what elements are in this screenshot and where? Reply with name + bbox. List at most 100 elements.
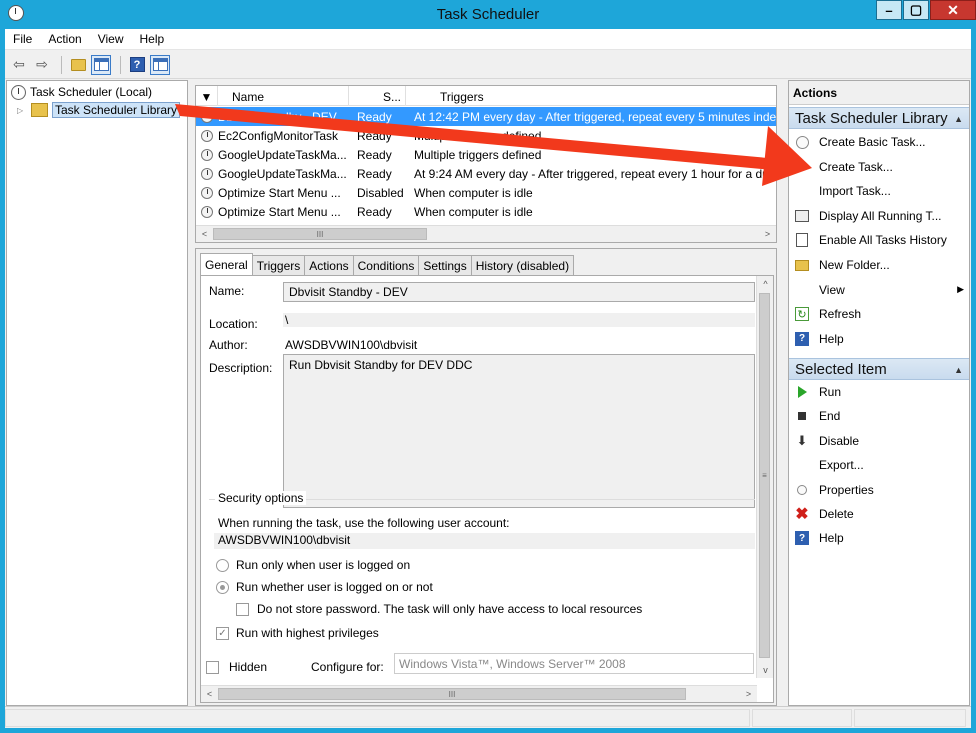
description-label: Description: (209, 361, 273, 375)
action-export[interactable]: Export... (789, 454, 969, 476)
configure-for-select[interactable]: Windows Vista™, Windows Server™ 2008 (394, 653, 754, 674)
tab-settings[interactable]: Settings (418, 255, 472, 275)
enable-history-icon (794, 232, 810, 248)
maximize-button[interactable]: ▢ (903, 0, 929, 20)
tab-actions[interactable]: Actions (304, 255, 354, 275)
action-new-folder[interactable]: New Folder... (789, 254, 969, 276)
column-header-triggers[interactable]: Triggers (406, 86, 776, 106)
detail-vscrollbar[interactable]: ^ ≡ v (756, 276, 773, 678)
properties-icon (794, 482, 810, 498)
column-header-name[interactable]: Name (218, 86, 349, 106)
task-triggers: When computer is idle (414, 185, 533, 200)
name-field[interactable]: Dbvisit Standby - DEV (283, 282, 755, 302)
task-name: Dbvisit Standby - DEV (218, 109, 337, 124)
app-window: Task Scheduler – ▢ ✕ File Action View He… (0, 0, 976, 733)
action-delete[interactable]: ✖ Delete (789, 503, 969, 525)
tree-item-label: Task Scheduler (Local) (30, 85, 153, 99)
action-properties[interactable]: Properties (789, 479, 969, 501)
task-row[interactable]: Optimize Start Menu ... Disabled When comp… (196, 183, 776, 202)
scroll-thumb[interactable]: III (213, 228, 427, 240)
task-row[interactable]: GoogleUpdateTaskMa... Ready Multiple trigg… (196, 145, 776, 164)
scroll-left-icon[interactable]: < (201, 686, 218, 702)
task-name: GoogleUpdateTaskMa... (218, 147, 347, 162)
task-detail-pane: General Triggers Actions Conditions Sett… (195, 248, 777, 706)
tree-item-library[interactable]: ▷ Task Scheduler Library (17, 101, 181, 119)
task-row[interactable]: Ec2ConfigMonitorTask Ready Multiple trigge… (196, 126, 776, 145)
menu-action[interactable]: Action (40, 32, 89, 46)
action-run[interactable]: Run (789, 381, 969, 403)
scroll-left-icon[interactable]: < (196, 226, 213, 242)
action-display-all-running-t[interactable]: Display All Running T... (789, 205, 969, 227)
task-name: Ec2ConfigMonitorTask (218, 128, 339, 143)
collapse-icon[interactable]: ▲ (954, 114, 963, 124)
title-bar[interactable]: Task Scheduler – ▢ ✕ (0, 0, 976, 29)
action-label: Delete (819, 507, 854, 521)
scroll-down-icon[interactable]: v (757, 662, 773, 678)
tab-triggers[interactable]: Triggers (251, 255, 306, 275)
menu-help[interactable]: Help (132, 32, 173, 46)
task-name: Optimize Start Menu ... (218, 185, 341, 200)
checkbox-highest-privileges[interactable]: ✓ (216, 627, 229, 640)
close-button[interactable]: ✕ (930, 0, 976, 20)
action-end[interactable]: End (789, 405, 969, 427)
task-row[interactable]: GoogleUpdateTaskMa... Ready At 9:24 AM eve… (196, 164, 776, 183)
task-row[interactable]: Dbvisit Standby - DEV Ready At 12:42 PM ev… (196, 107, 776, 126)
action-refresh[interactable]: ↻ Refresh (789, 303, 969, 325)
scroll-right-icon[interactable]: > (759, 226, 776, 242)
action-disable[interactable]: ⬇ Disable (789, 430, 969, 452)
radio-whether-logged-on[interactable] (216, 581, 229, 594)
task-clock-icon (196, 167, 218, 180)
checkbox-do-not-store-password[interactable] (236, 603, 249, 616)
scroll-right-icon[interactable]: > (740, 686, 757, 702)
description-field[interactable]: Run Dbvisit Standby for DEV DDC (283, 354, 755, 508)
sort-indicator-icon[interactable]: ▼ (196, 86, 218, 106)
tab-history[interactable]: History (disabled) (470, 255, 575, 275)
menu-view[interactable]: View (90, 32, 132, 46)
vscroll-thumb[interactable]: ≡ (759, 293, 770, 658)
hscroll-thumb[interactable]: III (218, 688, 686, 700)
tab-conditions[interactable]: Conditions (352, 255, 420, 275)
action-create-basic-task[interactable]: Create Basic Task... (789, 131, 969, 153)
action-help[interactable]: ? Help (789, 527, 969, 549)
show-hide-action-pane-icon[interactable] (150, 54, 170, 75)
help-icon[interactable]: ? (127, 55, 147, 75)
column-header-status[interactable]: S... (349, 86, 406, 106)
menu-file[interactable]: File (5, 32, 40, 46)
back-icon[interactable]: ⇦ (9, 55, 29, 75)
collapse-icon[interactable]: ▲ (954, 365, 963, 375)
task-status: Ready (357, 109, 392, 124)
help-icon: ? (794, 530, 810, 546)
scroll-up-icon[interactable]: ^ (757, 276, 773, 292)
show-hide-console-tree-icon[interactable] (91, 54, 111, 75)
radio-logged-on[interactable] (216, 559, 229, 572)
action-create-task[interactable]: Create Task... (789, 156, 969, 178)
task-triggers: At 12:42 PM every day - After triggered,… (414, 109, 776, 124)
expand-arrow-icon[interactable]: ▷ (17, 106, 27, 115)
action-view[interactable]: View ▶ (789, 279, 969, 301)
tree-item-local[interactable]: Task Scheduler (Local) (11, 83, 152, 101)
run-icon (794, 384, 810, 400)
up-folder-icon[interactable] (68, 55, 88, 75)
action-import-task[interactable]: Import Task... (789, 180, 969, 202)
option-logged-on-label: Run only when user is logged on (236, 558, 411, 572)
help-icon: ? (794, 331, 810, 347)
tab-general[interactable]: General (200, 253, 253, 275)
task-row[interactable]: Optimize Start Menu ... Ready When compute… (196, 202, 776, 221)
task-list-hscrollbar[interactable]: < III > (196, 225, 776, 242)
end-icon (794, 408, 810, 424)
configure-for-label: Configure for: (311, 660, 384, 674)
display-running-icon (794, 208, 810, 224)
forward-icon[interactable]: ⇨ (32, 55, 52, 75)
disable-icon: ⬇ (796, 432, 808, 448)
action-enable-all-tasks-history[interactable]: Enable All Tasks History (789, 229, 969, 251)
section-selected-item[interactable]: Selected Item ▲ (789, 358, 969, 380)
checkbox-hidden[interactable] (206, 661, 219, 674)
task-list-header: ▼ Name S... Triggers (196, 86, 776, 106)
minimize-button[interactable]: – (876, 0, 902, 20)
detail-hscrollbar[interactable]: < III > (201, 685, 757, 702)
section-task-scheduler-library[interactable]: Task Scheduler Library ▲ (789, 107, 969, 129)
action-help[interactable]: ? Help (789, 328, 969, 350)
task-triggers: When computer is idle (414, 204, 533, 219)
action-label: Help (819, 331, 844, 346)
window-title: Task Scheduler (436, 6, 540, 23)
